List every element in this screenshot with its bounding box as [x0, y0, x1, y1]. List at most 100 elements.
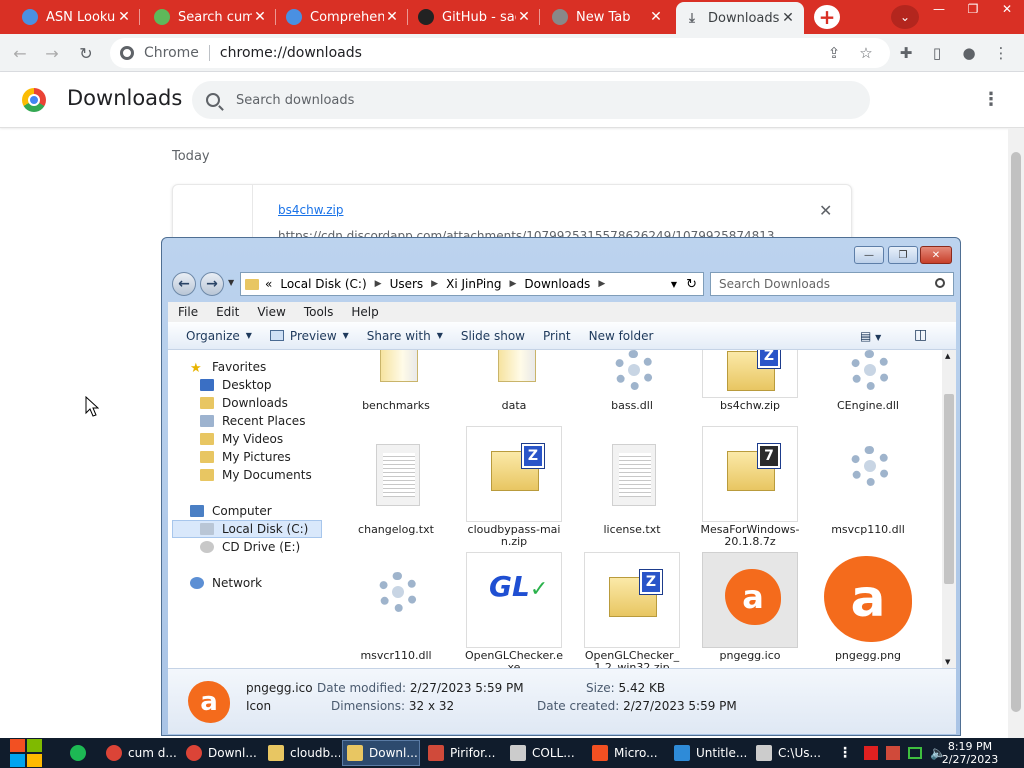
network-status-icon[interactable]	[908, 747, 922, 759]
file-item-pngegg-ico[interactable]: a pngegg.ico	[700, 552, 800, 662]
nav-my-videos[interactable]: My Videos	[200, 430, 283, 448]
tab-close-icon[interactable]: ✕	[252, 9, 268, 25]
preview-button[interactable]: Preview ▼	[269, 329, 349, 343]
more-actions-icon[interactable]: ⋮	[982, 90, 1000, 110]
explorer-maximize-button[interactable]: ❐	[888, 246, 918, 264]
file-item-msvcr110-dll[interactable]: msvcr110.dll	[346, 552, 446, 662]
scroll-down-icon[interactable]: ▼	[945, 658, 950, 666]
nav-my-documents[interactable]: My Documents	[200, 466, 312, 484]
tab-close-icon[interactable]: ✕	[648, 9, 664, 25]
file-item-msvcp110-dll[interactable]: msvcp110.dll	[818, 426, 918, 536]
tab-search-cum[interactable]: Search cum ✕	[146, 2, 276, 32]
tab-github[interactable]: GitHub - sad ✕	[410, 2, 540, 32]
chevron-right-icon[interactable]: ▶	[509, 279, 516, 289]
tab-close-icon[interactable]: ✕	[384, 9, 400, 25]
chevron-right-icon[interactable]: ▶	[431, 279, 438, 289]
menu-view[interactable]: View	[247, 305, 293, 319]
view-options-icon[interactable]: ▤ ▼	[860, 329, 881, 343]
address-bar[interactable]: Chrome chrome://downloads	[110, 38, 890, 68]
file-item-bass-dll[interactable]: bass.dll	[582, 350, 682, 412]
nav-desktop[interactable]: Desktop	[200, 376, 272, 394]
breadcrumb-user[interactable]: Xi JinPing	[446, 277, 501, 291]
chevron-down-icon[interactable]: ▼	[671, 280, 677, 289]
taskbar-explorer-downloads[interactable]: Downl...	[342, 740, 420, 766]
file-item-benchmarks[interactable]: benchmarks	[346, 350, 446, 412]
new-folder-button[interactable]: New folder	[589, 329, 654, 343]
taskbar-chrome-1[interactable]: cum d...	[102, 740, 178, 766]
explorer-minimize-button[interactable]: —	[854, 246, 884, 264]
file-item-cloudbypass-zip[interactable]: Z cloudbypass-main.zip	[464, 426, 564, 548]
tab-search-button[interactable]: ⌄	[891, 5, 919, 29]
tab-asn-lookup[interactable]: ASN Lookup ✕	[14, 2, 140, 32]
taskbar-explorer-cloudbypass[interactable]: cloudb...	[264, 740, 340, 766]
window-close-button[interactable]: ✕	[990, 0, 1024, 18]
taskbar-microsoft[interactable]: Micro...	[588, 740, 666, 766]
page-scrollbar[interactable]	[1008, 128, 1024, 738]
window-minimize-button[interactable]: —	[922, 0, 956, 18]
new-tab-button[interactable]: +	[814, 5, 840, 29]
file-item-cengine-dll[interactable]: CEngine.dll	[818, 350, 918, 412]
tray-app-icon[interactable]	[886, 746, 900, 760]
breadcrumb-users[interactable]: Users	[390, 277, 424, 291]
menu-edit[interactable]: Edit	[206, 305, 247, 319]
breadcrumb-downloads[interactable]: Downloads	[524, 277, 590, 291]
refresh-icon[interactable]: ↻	[686, 277, 697, 292]
menu-help[interactable]: Help	[341, 305, 386, 319]
print-button[interactable]: Print	[543, 329, 571, 343]
tray-overflow-icon[interactable]: ⋮	[838, 745, 852, 761]
file-item-pngegg-png[interactable]: a pngegg.png	[818, 552, 918, 662]
file-item-bs4chw-zip[interactable]: Z bs4chw.zip	[700, 350, 800, 412]
chrome-menu-icon[interactable]: ⋮	[990, 42, 1012, 64]
breadcrumb[interactable]: « Local Disk (C:) ▶ Users ▶ Xi JinPing ▶…	[240, 272, 704, 296]
nav-network[interactable]: Network	[190, 574, 262, 592]
window-maximize-button[interactable]: ❐	[956, 0, 990, 18]
back-arrow-icon[interactable]: ←	[172, 272, 196, 296]
nav-local-disk[interactable]: Local Disk (C:)	[172, 520, 322, 538]
flag-icon[interactable]	[864, 746, 878, 760]
nav-favorites[interactable]: ★ Favorites	[190, 358, 266, 376]
back-arrow-icon[interactable]: ←	[8, 42, 32, 64]
tab-downloads[interactable]: ⤓ Downloads ✕	[676, 2, 804, 34]
forward-arrow-icon[interactable]: →	[200, 272, 224, 296]
preview-pane-icon[interactable]: ◫	[914, 327, 927, 343]
taskbar-vscode[interactable]: Untitle...	[670, 740, 750, 766]
nav-my-pictures[interactable]: My Pictures	[200, 448, 291, 466]
recent-pages-chevron-icon[interactable]: ▼	[228, 278, 234, 287]
nav-downloads[interactable]: Downloads	[200, 394, 288, 412]
file-item-changelog-txt[interactable]: changelog.txt	[346, 426, 446, 536]
breadcrumb-local-disk[interactable]: Local Disk (C:)	[280, 277, 366, 291]
organize-button[interactable]: Organize ▼	[186, 329, 252, 343]
menu-file[interactable]: File	[168, 305, 206, 319]
chevron-right-icon[interactable]: ▶	[375, 279, 382, 289]
star-icon[interactable]: ☆	[855, 42, 877, 64]
side-panel-icon[interactable]: ▯	[926, 42, 948, 64]
tab-close-icon[interactable]: ✕	[780, 10, 796, 26]
taskbar-terminal[interactable]: COLL...	[506, 740, 584, 766]
slide-show-button[interactable]: Slide show	[461, 329, 525, 343]
file-list-scrollbar[interactable]: ▲ ▼	[942, 350, 956, 668]
file-item-mesa-7z[interactable]: 7 MesaForWindows-20.1.8.7z	[700, 426, 800, 548]
nav-computer[interactable]: Computer	[190, 502, 272, 520]
nav-recent-places[interactable]: Recent Places	[200, 412, 305, 430]
remove-download-icon[interactable]: ✕	[819, 201, 832, 220]
share-with-button[interactable]: Share with ▼	[367, 329, 443, 343]
extensions-icon[interactable]: ✚	[895, 42, 917, 64]
file-item-openglchecker-zip[interactable]: Z OpenGLChecker_1.2_win32.zip	[582, 552, 682, 668]
taskbar-piriform[interactable]: Pirifor...	[424, 740, 502, 766]
file-item-openglchecker-exe[interactable]: GL✓ OpenGLChecker.exe	[464, 552, 564, 668]
forward-arrow-icon[interactable]: →	[40, 42, 64, 64]
tab-close-icon[interactable]: ✕	[516, 9, 532, 25]
share-icon[interactable]: ⇪	[823, 42, 845, 64]
taskbar-clock[interactable]: 8:19 PM 2/27/2023	[930, 740, 1010, 766]
explorer-search-input[interactable]: Search Downloads	[710, 272, 954, 296]
tab-close-icon[interactable]: ✕	[116, 9, 132, 25]
chevron-right-icon[interactable]: ▶	[598, 279, 605, 289]
tab-comprehensive[interactable]: Comprehens ✕	[278, 2, 408, 32]
reload-icon[interactable]: ↻	[74, 42, 98, 64]
profile-avatar-icon[interactable]: ●	[958, 42, 980, 64]
taskbar-chrome-2[interactable]: Downl...	[182, 740, 260, 766]
scroll-up-icon[interactable]: ▲	[945, 352, 950, 360]
taskbar-cmd[interactable]: C:\Us...	[752, 740, 828, 766]
nav-cd-drive[interactable]: CD Drive (E:)	[200, 538, 300, 556]
download-filename-link[interactable]: bs4chw.zip	[278, 203, 343, 217]
